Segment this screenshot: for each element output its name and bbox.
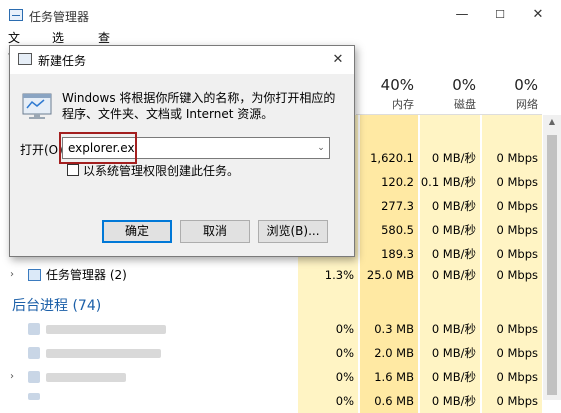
window-title: 任务管理器	[29, 10, 90, 24]
memory-cell: 1.6 MB	[360, 365, 418, 389]
browse-button[interactable]: 浏览(B)...	[258, 220, 328, 243]
scrollbar-thumb[interactable]	[547, 135, 557, 395]
admin-privilege-checkbox[interactable]	[67, 164, 79, 176]
chevron-down-icon[interactable]: ⌄	[312, 138, 330, 158]
network-cell: 0 Mbps	[482, 365, 542, 389]
column-header-disk[interactable]: 0% 磁盘	[418, 76, 476, 112]
maximize-button[interactable]: ☐	[485, 4, 515, 26]
background-processes-title: 后台进程 (74)	[12, 298, 102, 314]
network-cell: 0 Mbps	[482, 389, 542, 413]
memory-cell: 0.3 MB	[360, 317, 418, 341]
table-row[interactable]: 0% 2.0 MB 0 MB/秒 0 Mbps	[0, 341, 545, 365]
memory-cell: 0.6 MB	[360, 389, 418, 413]
create-new-task-dialog: 新建任务 ✕ Windows 将根据你所键入的名称，为你打开相应的程序、文件夹、…	[9, 45, 355, 257]
dialog-close-button[interactable]: ✕	[328, 50, 348, 70]
cpu-cell: 0%	[298, 317, 358, 341]
process-name: 任务管理器 (2)	[46, 268, 127, 282]
task-manager-window: 任务管理器 — ☐ ✕ 文件(F) 选项(O) 查看(V) 40% 内存 0% …	[0, 0, 561, 413]
dialog-description: Windows 将根据你所键入的名称，为你打开相应的程序、文件夹、文档或 Int…	[62, 91, 336, 121]
cancel-button[interactable]: 取消	[180, 220, 250, 243]
blurred-process-name	[46, 325, 166, 334]
cpu-cell: 0%	[298, 389, 358, 413]
memory-cell: 277.3 MB	[360, 194, 418, 237]
blurred-process-icon	[28, 323, 40, 335]
table-row-task-manager[interactable]: › 任务管理器 (2) 1.3% 25.0 MB 0 MB/秒 0 Mbps	[0, 263, 545, 287]
task-manager-app-icon	[9, 9, 23, 21]
memory-column-label: 内存	[392, 98, 414, 111]
network-cell: 0 Mbps	[482, 218, 542, 242]
table-row[interactable]: 0% 0.6 MB 0 MB/秒 0 Mbps	[0, 389, 545, 413]
disk-cell: 0 MB/秒	[420, 194, 480, 218]
vertical-scrollbar[interactable]: ▲	[543, 115, 561, 400]
network-column-label: 网络	[516, 98, 538, 111]
network-cell: 0 Mbps	[482, 170, 542, 194]
cpu-cell: 0%	[298, 365, 358, 389]
disk-cell: 0 MB/秒	[420, 146, 480, 170]
blurred-process-icon	[28, 347, 40, 359]
memory-cell: 580.5 MB	[360, 218, 418, 261]
memory-cell: 120.2 MB	[360, 170, 418, 213]
memory-cell: 2.0 MB	[360, 341, 418, 365]
network-cell: 0 Mbps	[482, 263, 542, 287]
blurred-process-name	[46, 349, 161, 358]
task-manager-process-icon	[28, 269, 41, 281]
disk-usage-percent: 0%	[452, 76, 476, 94]
disk-cell: 0 MB/秒	[420, 389, 480, 413]
disk-cell: 0.1 MB/秒	[420, 170, 480, 194]
network-cell: 0 Mbps	[482, 194, 542, 218]
dialog-title-bar: 新建任务 ✕	[10, 46, 354, 74]
disk-cell: 0 MB/秒	[420, 317, 480, 341]
run-program-icon	[22, 93, 52, 119]
cpu-cell: 1.3%	[298, 263, 358, 287]
column-header-memory[interactable]: 40% 内存	[356, 76, 414, 112]
column-header-network[interactable]: 0% 网络	[480, 76, 538, 112]
network-cell: 0 Mbps	[482, 146, 542, 170]
blurred-process-name	[46, 373, 126, 382]
dialog-button-area: 确定 取消 浏览(B)...	[10, 198, 354, 256]
disk-cell: 0 MB/秒	[420, 365, 480, 389]
network-cell: 0 Mbps	[482, 341, 542, 365]
blurred-process-icon	[28, 393, 40, 400]
network-cell: 0 Mbps	[482, 317, 542, 341]
memory-usage-percent: 40%	[380, 76, 414, 94]
scroll-up-arrow-icon[interactable]: ▲	[543, 115, 561, 129]
cpu-cell: 0%	[298, 341, 358, 365]
admin-privilege-label: 以系统管理权限创建此任务。	[83, 164, 240, 178]
minimize-button[interactable]: —	[447, 4, 477, 26]
disk-cell: 0 MB/秒	[420, 341, 480, 365]
memory-cell: 1,620.1 ...	[360, 146, 418, 189]
disk-cell: 0 MB/秒	[420, 218, 480, 242]
memory-cell: 25.0 MB	[360, 263, 418, 287]
input-highlight-box	[59, 132, 137, 164]
run-dialog-icon	[18, 53, 32, 65]
close-button[interactable]: ✕	[523, 4, 553, 26]
expand-chevron-icon[interactable]: ›	[10, 365, 20, 389]
dialog-title: 新建任务	[38, 54, 87, 68]
ok-button[interactable]: 确定	[102, 220, 172, 243]
table-row[interactable]: 0% 0.3 MB 0 MB/秒 0 Mbps	[0, 317, 545, 341]
table-row[interactable]: › 0% 1.6 MB 0 MB/秒 0 Mbps	[0, 365, 545, 389]
title-bar: 任务管理器 — ☐ ✕	[0, 0, 561, 30]
disk-cell: 0 MB/秒	[420, 263, 480, 287]
disk-column-label: 磁盘	[454, 98, 476, 111]
blurred-process-icon	[28, 371, 40, 383]
network-usage-percent: 0%	[514, 76, 538, 94]
expand-chevron-icon[interactable]: ›	[10, 263, 20, 287]
